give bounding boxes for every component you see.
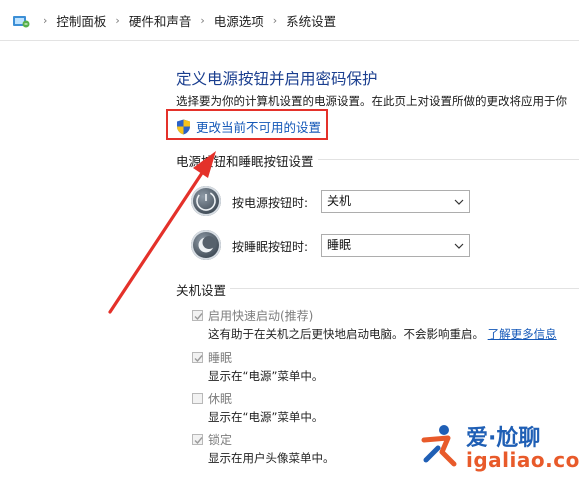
- lock-label: 锁定: [208, 433, 233, 447]
- hibernate-label: 休眠: [208, 392, 233, 406]
- control-panel-icon: [13, 16, 30, 28]
- page-title: 定义电源按钮并启用密码保护: [176, 70, 378, 88]
- power-button-action-select[interactable]: 关机: [321, 190, 470, 213]
- watermark-logo: 爱·尬聊 igaliao.com: [414, 418, 579, 478]
- fast-startup-checkbox[interactable]: [192, 310, 203, 321]
- chevron-down-icon: [454, 243, 464, 249]
- lock-description: 显示在用户头像菜单中。: [208, 451, 335, 465]
- lock-checkbox-row[interactable]: 锁定: [192, 431, 232, 448]
- breadcrumb-power-options[interactable]: 电源选项: [212, 11, 266, 30]
- breadcrumb: › 控制面板 › 硬件和声音 › 电源选项 › 系统设置: [36, 0, 338, 40]
- chevron-down-icon: [454, 199, 464, 205]
- chevron-right-icon: ›: [272, 13, 278, 27]
- breadcrumb-control-panel[interactable]: 控制面板: [54, 11, 108, 30]
- page-description: 选择要为你的计算机设置的电源设置。在此页上对设置所做的更改将应用于你: [176, 94, 567, 108]
- shutdown-section-title: 关机设置: [176, 283, 227, 298]
- chevron-right-icon: ›: [43, 13, 48, 27]
- chevron-right-icon: ›: [200, 13, 205, 27]
- fast-startup-desc-text: 这有助于在关机之后更快地启动电脑。不会影响重启。: [208, 327, 484, 341]
- sleep-button-action-select[interactable]: 睡眠: [321, 234, 470, 257]
- sleep-button-action-value: 睡眠: [327, 238, 352, 252]
- lock-checkbox[interactable]: [192, 434, 203, 445]
- power-button-label: 按电源按钮时:: [232, 196, 309, 210]
- sleep-button-icon: [191, 230, 221, 260]
- power-button-action-value: 关机: [327, 194, 352, 208]
- fast-startup-checkbox-row[interactable]: 启用快速启动(推荐): [192, 307, 313, 324]
- sleep-checkbox-row[interactable]: 睡眠: [192, 349, 232, 366]
- section-divider: [318, 159, 579, 160]
- chevron-right-icon: ›: [115, 13, 120, 27]
- breadcrumb-hardware-sound[interactable]: 硬件和声音: [127, 11, 194, 30]
- hibernate-description: 显示在“电源”菜单中。: [208, 410, 324, 424]
- breadcrumb-system-settings[interactable]: 系统设置: [284, 11, 338, 30]
- sleep-checkbox[interactable]: [192, 352, 203, 363]
- address-bar: › 控制面板 › 硬件和声音 › 电源选项 › 系统设置: [0, 0, 579, 41]
- learn-more-link[interactable]: 了解更多信息: [488, 327, 557, 341]
- power-button-icon: [191, 186, 221, 216]
- hibernate-checkbox[interactable]: [192, 393, 203, 404]
- section-divider: [230, 288, 579, 289]
- fast-startup-description: 这有助于在关机之后更快地启动电脑。不会影响重启。 了解更多信息: [208, 326, 557, 342]
- hibernate-checkbox-row[interactable]: 休眠: [192, 390, 232, 407]
- power-button-section-title: 电源按钮和睡眠按钮设置: [176, 154, 314, 169]
- highlight-box: [166, 109, 328, 140]
- watermark-url: igaliao.com: [466, 448, 579, 472]
- sleep-label: 睡眠: [208, 351, 233, 365]
- sleep-button-label: 按睡眠按钮时:: [232, 240, 309, 254]
- fast-startup-label: 启用快速启动(推荐): [208, 309, 314, 323]
- runner-logo-icon: [421, 425, 457, 467]
- sleep-description: 显示在“电源”菜单中。: [208, 369, 324, 383]
